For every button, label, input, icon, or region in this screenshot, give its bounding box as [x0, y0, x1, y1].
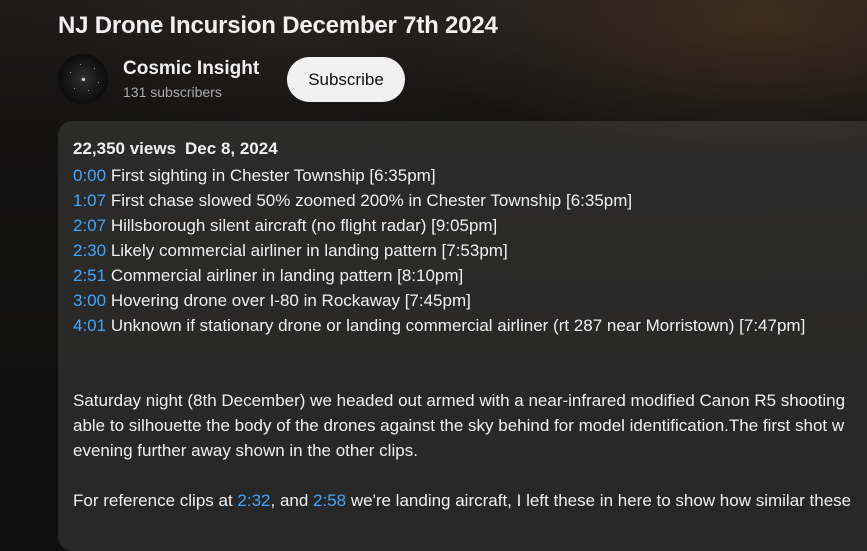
- chapter-timestamp-link[interactable]: 4:01: [73, 316, 106, 335]
- chapter-title: Likely commercial airliner in landing pa…: [110, 241, 508, 260]
- chapter-timestamp-link[interactable]: 2:07: [73, 216, 106, 235]
- chapter-title: Hovering drone over I-80 in Rockaway [7:…: [110, 291, 471, 310]
- chapter-timestamp-link[interactable]: 2:51: [73, 266, 106, 285]
- chapter-item: 2:07 Hillsborough silent aircraft (no fl…: [73, 213, 867, 238]
- reference-text-prefix: For reference clips at: [73, 491, 238, 510]
- view-count: 22,350 views: [73, 139, 177, 158]
- subscriber-count: 131 subscribers: [123, 84, 222, 100]
- description-line: evening further away shown in the other …: [73, 441, 418, 460]
- chapter-item: 3:00 Hovering drone over I-80 in Rockawa…: [73, 288, 867, 313]
- channel-avatar[interactable]: [58, 54, 108, 104]
- reference-timestamp-link[interactable]: 2:58: [313, 491, 346, 510]
- channel-row: Cosmic Insight 131 subscribers: [58, 53, 259, 105]
- channel-name[interactable]: Cosmic Insight: [123, 56, 259, 82]
- reference-text-middle: , and: [270, 491, 314, 510]
- video-title: NJ Drone Incursion December 7th 2024: [58, 12, 498, 39]
- chapter-title: Hillsborough silent aircraft (no flight …: [110, 216, 498, 235]
- description-paragraph: Saturday night (8th December) we headed …: [73, 388, 867, 463]
- reference-timestamp-link[interactable]: 2:32: [237, 491, 270, 510]
- chapter-timestamp-link[interactable]: 3:00: [73, 291, 106, 310]
- reference-text-suffix: we're landing aircraft, I left these in …: [346, 491, 852, 510]
- channel-info: Cosmic Insight 131 subscribers: [123, 56, 259, 102]
- chapter-item: 2:30 Likely commercial airliner in landi…: [73, 238, 867, 263]
- description-paragraph-reference: For reference clips at 2:32, and 2:58 we…: [73, 488, 867, 513]
- subscribe-button[interactable]: Subscribe: [287, 57, 405, 102]
- description-line: able to silhouette the body of the drone…: [73, 416, 845, 435]
- chapter-timestamp-link[interactable]: 2:30: [73, 241, 106, 260]
- chapter-item: 0:00 First sighting in Chester Township …: [73, 163, 867, 188]
- chapter-timestamp-link[interactable]: 0:00: [73, 166, 106, 185]
- video-meta: 22,350 views Dec 8, 2024: [73, 138, 867, 160]
- chapter-title: Unknown if stationary drone or landing c…: [110, 316, 806, 335]
- chapter-title: First sighting in Chester Township [6:35…: [110, 166, 436, 185]
- chapter-timestamp-link[interactable]: 1:07: [73, 191, 106, 210]
- upload-date: Dec 8, 2024: [185, 139, 278, 158]
- chapter-item: 2:51 Commercial airliner in landing patt…: [73, 263, 867, 288]
- chapter-title: First chase slowed 50% zoomed 200% in Ch…: [110, 191, 633, 210]
- chapter-list: 0:00 First sighting in Chester Township …: [73, 163, 867, 338]
- chapter-title: Commercial airliner in landing pattern […: [110, 266, 464, 285]
- description-box[interactable]: 22,350 views Dec 8, 2024 0:00 First sight…: [58, 121, 867, 551]
- chapter-item: 1:07 First chase slowed 50% zoomed 200% …: [73, 188, 867, 213]
- chapter-item: 4:01 Unknown if stationary drone or land…: [73, 313, 867, 338]
- description-line: Saturday night (8th December) we headed …: [73, 391, 846, 410]
